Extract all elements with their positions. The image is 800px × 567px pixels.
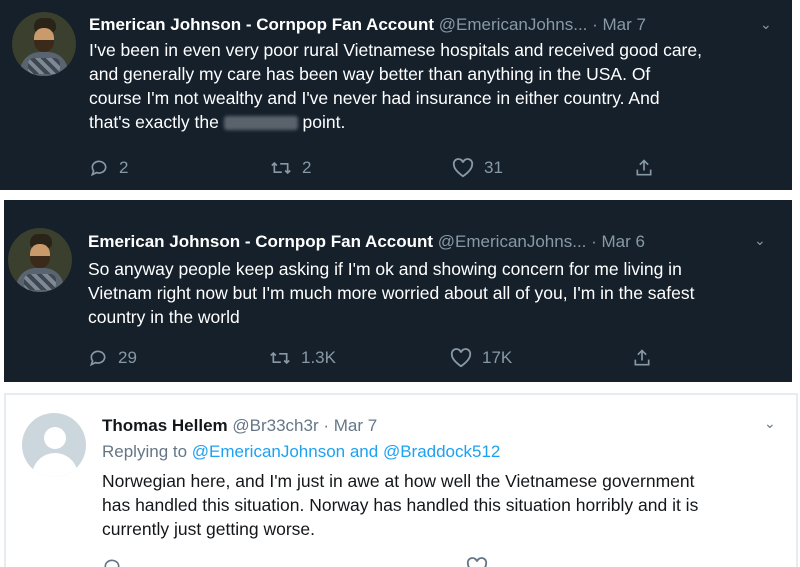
retweet-icon xyxy=(270,351,290,365)
like-icon xyxy=(450,348,472,368)
tweet-card-3[interactable]: Thomas Hellem @Br33ch3r · Mar 7 ⌄ Replyi… xyxy=(4,393,798,567)
like-count: 31 xyxy=(484,158,503,177)
tweet-text-line: that's exactly the point. xyxy=(89,110,702,134)
tweet-text-fragment: point. xyxy=(297,112,346,132)
tweet-text-line: has handled this situation. Norway has h… xyxy=(102,495,699,515)
tweet-date[interactable]: · Mar 7 xyxy=(592,15,646,34)
reply-icon xyxy=(89,350,106,367)
tweet-date[interactable]: · Mar 7 xyxy=(323,416,377,435)
tweet-date[interactable]: · Mar 6 xyxy=(591,232,645,251)
chevron-down-icon[interactable]: ⌄ xyxy=(764,415,776,432)
like-icon xyxy=(466,557,488,567)
replying-to: Replying to @EmericanJohnson and @Braddo… xyxy=(102,441,500,463)
user-avatar[interactable] xyxy=(8,228,72,292)
share-button[interactable] xyxy=(634,158,664,178)
share-icon xyxy=(634,349,650,366)
tweet-text-line: I've been in even very poor rural Vietna… xyxy=(89,40,702,60)
reply-button[interactable]: 29 xyxy=(88,348,137,368)
user-handle[interactable]: @EmericanJohns... xyxy=(439,15,588,34)
tweet-text-line: Norwegian here, and I'm just in awe at h… xyxy=(102,471,695,491)
retweet-icon xyxy=(271,161,291,175)
tweet-text-line: and generally my care has been way bette… xyxy=(89,64,651,84)
reply-button[interactable] xyxy=(102,557,132,567)
reply-icon xyxy=(104,559,120,567)
tweet-text-fragment: that's exactly the xyxy=(89,112,224,132)
chevron-down-icon[interactable]: ⌄ xyxy=(760,16,772,33)
user-avatar[interactable] xyxy=(22,413,86,477)
like-button[interactable] xyxy=(466,557,498,567)
tweet-card-2[interactable]: Emerican Johnson - Cornpop Fan Account @… xyxy=(4,200,792,382)
display-name[interactable]: Thomas Hellem xyxy=(102,416,228,435)
tweet-text-line: currently just getting worse. xyxy=(102,519,316,539)
tweet-text-line: Vietnam right now but I'm much more worr… xyxy=(88,283,695,303)
redacted-word xyxy=(223,116,298,131)
tweet-text-line: country in the world xyxy=(88,307,240,327)
user-handle[interactable]: @EmericanJohns... xyxy=(438,232,587,251)
retweet-button[interactable]: 2 xyxy=(270,158,311,178)
display-name[interactable]: Emerican Johnson - Cornpop Fan Account xyxy=(88,232,433,251)
chevron-down-icon[interactable]: ⌄ xyxy=(754,232,766,249)
tweet-header: Emerican Johnson - Cornpop Fan Account @… xyxy=(89,14,646,36)
tweet-card-1[interactable]: Emerican Johnson - Cornpop Fan Account @… xyxy=(0,0,800,190)
like-button[interactable]: 31 xyxy=(452,158,503,178)
like-count: 17K xyxy=(482,348,513,367)
share-button[interactable] xyxy=(632,348,662,368)
reply-count: 2 xyxy=(119,158,129,177)
display-name[interactable]: Emerican Johnson - Cornpop Fan Account xyxy=(89,15,434,34)
tweet-header: Emerican Johnson - Cornpop Fan Account @… xyxy=(88,231,645,253)
user-handle[interactable]: @Br33ch3r xyxy=(232,416,318,435)
tweet-header: Thomas Hellem @Br33ch3r · Mar 7 xyxy=(102,415,377,437)
tweet-text: I've been in even very poor rural Vietna… xyxy=(89,38,702,134)
reply-icon xyxy=(90,160,107,177)
share-icon xyxy=(636,159,652,176)
like-button[interactable]: 17K xyxy=(450,348,512,368)
replying-to-link[interactable]: @EmericanJohnson and @Braddock512 xyxy=(192,442,501,461)
retweet-count: 1.3K xyxy=(301,348,336,367)
tweet-text-line: So anyway people keep asking if I'm ok a… xyxy=(88,259,682,279)
tweet-text: So anyway people keep asking if I'm ok a… xyxy=(88,257,695,329)
retweet-button[interactable]: 1.3K xyxy=(269,348,336,368)
user-avatar[interactable] xyxy=(12,12,76,76)
tweet-text-line: course I'm not wealthy and I've never ha… xyxy=(89,88,660,108)
tweet-text: Norwegian here, and I'm just in awe at h… xyxy=(102,469,698,541)
retweet-count: 2 xyxy=(302,158,312,177)
replying-prefix: Replying to xyxy=(102,442,188,461)
like-icon xyxy=(452,158,474,178)
reply-count: 29 xyxy=(118,348,137,367)
reply-button[interactable]: 2 xyxy=(89,158,128,178)
